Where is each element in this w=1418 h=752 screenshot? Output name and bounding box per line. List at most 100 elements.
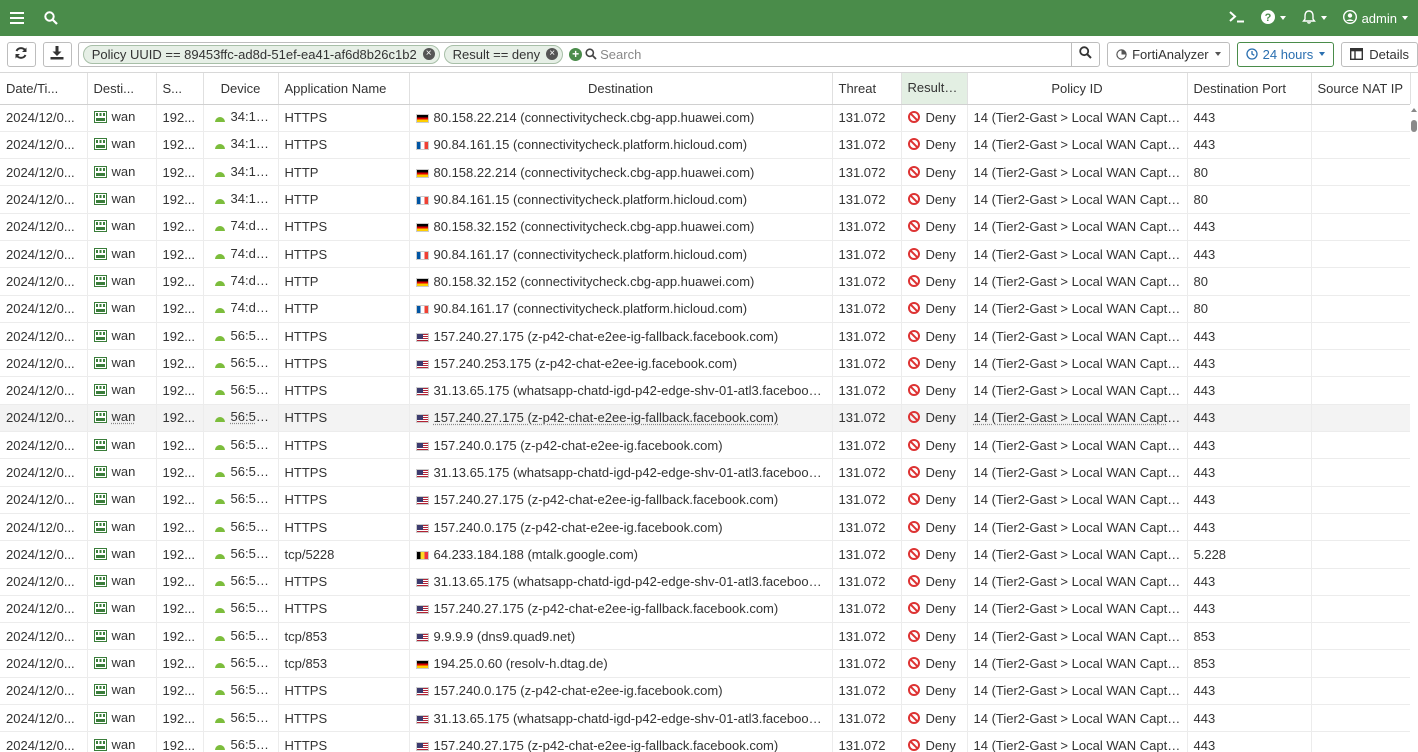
table-row[interactable]: 2024/12/0... wan 192... 34:12:... HTTP 80.158…	[0, 158, 1411, 187]
search-button[interactable]	[1071, 41, 1099, 67]
add-filter-icon[interactable]: +	[569, 47, 583, 61]
table-row[interactable]: 2024/12/0... wan 192... 34:12:... HTTPS 90.84…	[0, 131, 1411, 160]
cell-device-text: 56:5b:...	[230, 464, 278, 479]
table-row[interactable]: 2024/12/0... wan 192... 56:5b:... tcp/5228 64…	[0, 540, 1411, 569]
notifications-menu[interactable]	[1294, 0, 1335, 36]
search-icon[interactable]	[34, 0, 68, 36]
col-header-destination-interface[interactable]: Desti...	[87, 73, 157, 105]
interface-icon	[93, 711, 107, 727]
vertical-scrollbar[interactable]	[1410, 104, 1418, 752]
android-icon	[214, 248, 226, 263]
user-menu[interactable]: admin	[1335, 0, 1418, 36]
cell-source-text: 192...	[162, 574, 196, 590]
table-row[interactable]: 2024/12/0... wan 192... 34:12:... HTTPS 80.15…	[0, 104, 1411, 132]
cell-destination: 157.240.253.175 (z-p42-chat-e2ee-ig.face…	[409, 349, 833, 378]
android-icon	[214, 302, 226, 317]
cell-destination-interface-text: wan	[111, 545, 136, 561]
cell-destination-interface-text: wan	[111, 464, 136, 479]
cell-application: HTTPS	[278, 213, 410, 241]
country-flag-icon	[415, 441, 429, 451]
table-row[interactable]: 2024/12/0... wan 192... 74:d2:... HTTP 80.158…	[0, 267, 1411, 296]
cell-application-text: HTTPS	[284, 519, 328, 535]
table-row[interactable]: 2024/12/0... wan 192... 56:5b:... HTTPS 31.13…	[0, 376, 1411, 405]
deny-icon	[907, 738, 920, 751]
scrollbar-thumb[interactable]	[1411, 120, 1417, 132]
refresh-button[interactable]	[7, 41, 36, 67]
log-source-dropdown[interactable]: FortiAnalyzer	[1107, 41, 1230, 67]
country-flag-icon	[415, 605, 429, 615]
cell-destination-interface: wan	[87, 213, 157, 241]
cell-destination-port: 443	[1187, 104, 1312, 132]
cell-date-text: 2024/12/0...	[6, 355, 75, 371]
time-range-dropdown[interactable]: 24 hours	[1236, 41, 1335, 67]
table-row[interactable]: 2024/12/0... wan 192... 56:5b:... HTTPS 157.2…	[0, 486, 1411, 514]
cell-result: Deny	[901, 595, 968, 624]
cell-destination-text: 80.158.22.214 (connectivitycheck.cbg-app…	[433, 164, 755, 180]
col-header-source[interactable]: S...	[156, 73, 204, 105]
cell-destination-port: 443	[1187, 513, 1312, 542]
cell-destination-port: 443	[1187, 486, 1312, 514]
cell-application: HTTPS	[278, 322, 410, 351]
cell-source: 192...	[156, 486, 204, 514]
col-header-threat[interactable]: Threat	[832, 73, 902, 105]
cell-destination-text: 64.233.184.188 (mtalk.google.com)	[433, 546, 639, 562]
table-row[interactable]: 2024/12/0... wan 192... 56:5b:... HTTPS 157.2…	[0, 731, 1411, 752]
col-header-date[interactable]: Date/Ti...	[0, 73, 88, 105]
cell-destination-text: 80.158.22.214 (connectivitycheck.cbg-app…	[433, 110, 755, 126]
table-row[interactable]: 2024/12/0... wan 192... 56:5b:... HTTPS 31.13…	[0, 458, 1411, 487]
cell-destination-interface-text: wan	[111, 682, 136, 698]
cell-destination-interface: wan	[87, 677, 157, 706]
filter-chip-result[interactable]: Result == deny ×	[443, 44, 564, 64]
col-header-source-nat-ip[interactable]: Source NAT IP	[1311, 73, 1411, 105]
details-button[interactable]: Details	[1341, 41, 1418, 67]
cell-date-text: 2024/12/0...	[6, 601, 75, 617]
table-row[interactable]: 2024/12/0... wan 192... 56:5b:... HTTPS 157.2…	[0, 322, 1411, 351]
table-row[interactable]: 2024/12/0... wan 192... 56:5b:... HTTPS 157.2…	[0, 349, 1411, 378]
table-row[interactable]: 2024/12/0... wan 192... 56:5b:... HTTPS 157.2…	[0, 677, 1411, 706]
filter-chip-policy-uuid[interactable]: Policy UUID == 89453ffc-ad8d-51ef-ea41-a…	[82, 44, 440, 64]
col-header-result[interactable]: Result	[901, 73, 968, 105]
cell-date: 2024/12/0...	[0, 376, 88, 405]
cell-device: 56:5b:...	[203, 349, 279, 378]
table-row[interactable]: 2024/12/0... wan 192... 56:5b:... tcp/853 194…	[0, 649, 1411, 678]
col-header-policy-id[interactable]: Policy ID	[967, 73, 1188, 105]
cell-threat-text: 131.072	[838, 383, 886, 399]
scroll-up-arrow-icon[interactable]	[1411, 108, 1417, 112]
search-input[interactable]	[597, 44, 1100, 64]
log-table: Date/Ti... Desti... S... Device Applicat…	[0, 73, 1418, 752]
table-row[interactable]: 2024/12/0... wan 192... 56:5b:... tcp/853 9.9…	[0, 622, 1411, 651]
table-row[interactable]: 2024/12/0... wan 192... 74:d2:... HTTP 90.84.…	[0, 295, 1411, 323]
table-row[interactable]: 2024/12/0... wan 192... 56:5b:... HTTPS 157.2…	[0, 513, 1411, 542]
cli-button[interactable]	[1221, 0, 1253, 36]
country-flag-icon	[415, 114, 429, 124]
chevron-down-icon	[1320, 16, 1327, 20]
table-row[interactable]: 2024/12/0... wan 192... 74:d2:... HTTPS 90.84…	[0, 240, 1411, 269]
cell-policy-id: 14 (Tier2-Gast > Local WAN Captive)	[967, 649, 1188, 678]
menu-icon[interactable]	[0, 0, 34, 36]
table-row[interactable]: 2024/12/0... wan 192... 56:5b:... HTTPS 157.2…	[0, 595, 1411, 624]
table-row[interactable]: 2024/12/0... wan 192... 34:12:... HTTP 90.84.…	[0, 185, 1411, 214]
cell-device: 56:5b:...	[203, 513, 279, 542]
table-row[interactable]: 2024/12/0... wan 192... 56:5b:... HTTPS 157.2…	[0, 404, 1411, 433]
cell-policy-id: 14 (Tier2-Gast > Local WAN Captive)	[967, 131, 1188, 160]
table-row[interactable]: 2024/12/0... wan 192... 56:5b:... HTTPS 157.2…	[0, 431, 1411, 460]
col-header-device[interactable]: Device	[203, 73, 279, 105]
cell-destination-interface-text: wan	[111, 736, 136, 752]
cell-destination: 80.158.22.214 (connectivitycheck.cbg-app…	[409, 104, 833, 132]
cell-destination-text: 90.84.161.15 (connectivitycheck.platform…	[433, 137, 748, 153]
country-flag-icon	[415, 523, 429, 533]
help-menu[interactable]: ?	[1253, 0, 1294, 36]
table-row[interactable]: 2024/12/0... wan 192... 74:d2:... HTTPS 80.15…	[0, 213, 1411, 241]
cell-policy-id: 14 (Tier2-Gast > Local WAN Captive)	[967, 158, 1188, 187]
table-row[interactable]: 2024/12/0... wan 192... 56:5b:... HTTPS 31.13…	[0, 704, 1411, 733]
col-header-destination[interactable]: Destination	[409, 73, 833, 105]
table-row[interactable]: 2024/12/0... wan 192... 56:5b:... HTTPS 31.13…	[0, 568, 1411, 596]
android-icon	[214, 493, 226, 508]
col-header-application-name[interactable]: Application Name	[278, 73, 410, 105]
cell-source-text: 192...	[162, 656, 196, 672]
remove-filter-icon[interactable]: ×	[546, 48, 559, 60]
col-header-destination-port[interactable]: Destination Port	[1187, 73, 1312, 105]
cell-destination-port: 443	[1187, 322, 1312, 351]
remove-filter-icon[interactable]: ×	[422, 48, 435, 60]
download-button[interactable]	[42, 41, 72, 67]
